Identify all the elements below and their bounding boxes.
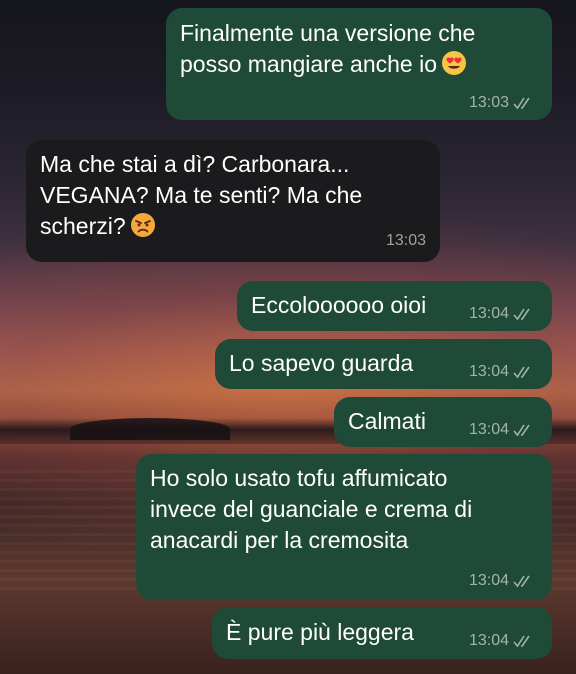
message-bubble-incoming[interactable]: Ma che stai a dì? Carbonara... VEGANA? M… [26,140,440,262]
message-bubble-outgoing[interactable]: Eccoloooooo oioi 13:04 [237,281,552,331]
message-bubble-outgoing[interactable]: Ho solo usato tofu affumicato invece del… [136,454,552,600]
message-bubble-outgoing[interactable]: È pure più leggera 13:04 [212,607,552,659]
message-meta: 13:04 [469,363,538,381]
message-text: Finalmente una versione che posso mangia… [180,20,476,77]
message-time: 13:04 [468,632,509,649]
message-time: 13:04 [468,305,509,322]
message-time: 13:04 [468,572,509,589]
double-check-icon [513,635,530,648]
message-meta: 13:04 [469,421,538,439]
double-check-icon [513,97,530,110]
message-time: 13:03 [385,232,426,249]
message-bubble-outgoing[interactable]: Finalmente una versione che posso mangia… [166,8,552,120]
message-meta: 13:04 [469,572,538,590]
double-check-icon [513,575,530,588]
message-bubble-outgoing[interactable]: Calmati 13:04 [334,397,552,447]
message-time: 13:04 [468,363,509,380]
double-check-icon [513,424,530,437]
message-meta: 13:04 [469,632,538,650]
double-check-icon [513,308,530,321]
message-text: È pure più leggera [226,619,414,645]
angry-face-emoji-icon [130,213,155,237]
double-check-icon [513,366,530,379]
message-text: Lo sapevo guarda [229,350,414,376]
message-text: Eccoloooooo oioi [251,292,427,318]
message-meta: 13:03 [386,232,426,250]
message-meta: 13:03 [469,94,538,112]
message-text: Ho solo usato tofu affumicato invece del… [150,465,473,553]
message-time: 13:04 [468,421,509,438]
message-meta: 13:04 [469,305,538,323]
message-text: Calmati [348,408,426,434]
wallpaper-hill [70,418,230,440]
message-time: 13:03 [468,94,509,111]
heart-eyes-emoji-icon [442,51,466,75]
message-text: Ma che stai a dì? Carbonara... VEGANA? M… [40,151,363,239]
message-bubble-outgoing[interactable]: Lo sapevo guarda 13:04 [215,339,552,389]
